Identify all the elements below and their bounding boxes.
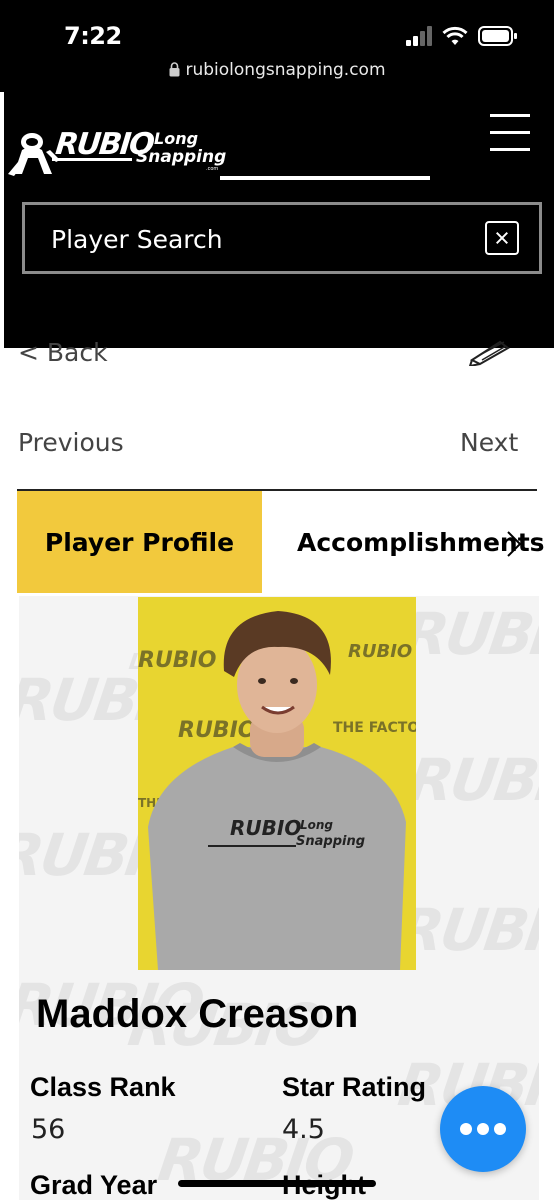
player-name: Maddox Creason [36, 992, 359, 1036]
svg-text:RUBIO: RUBIO [178, 718, 256, 743]
logo-underline [220, 176, 430, 180]
more-dots-icon[interactable] [440, 1086, 526, 1172]
svg-text:RUBIO: RUBIO [230, 816, 301, 840]
tab-player-profile[interactable]: Player Profile [17, 491, 262, 593]
url-text: rubiolongsnapping.com [185, 60, 386, 80]
player-search-box [22, 202, 542, 274]
logo-snapper-icon [8, 133, 60, 176]
svg-text:.com: .com [206, 166, 218, 172]
svg-text:Long: Long [154, 129, 198, 148]
svg-text:Snapping: Snapping [136, 147, 226, 167]
svg-text:RUBIO: RUBIO [138, 648, 216, 673]
cellular-signal-icon [406, 26, 432, 46]
stat-label-class-rank: Class Rank [30, 1072, 176, 1102]
svg-text:Long: Long [300, 818, 333, 832]
battery-icon [478, 26, 517, 46]
player-photo: RUBIO RUBIO THE FACTORY THE F RUBIO RUBI… [138, 597, 416, 970]
close-icon[interactable] [485, 221, 519, 255]
home-indicator[interactable] [178, 1180, 376, 1187]
next-link[interactable]: Next [460, 428, 518, 457]
site-logo[interactable]: RUBIO Long Snapping .com [6, 122, 231, 182]
wifi-icon [442, 26, 468, 45]
pencil-icon[interactable] [466, 336, 514, 366]
back-link[interactable]: < Back [18, 338, 108, 367]
status-bar: 7:22 rubiolongsnapping.com [0, 0, 554, 92]
lock-icon [169, 62, 179, 77]
svg-text:THE FACTORY: THE FACTORY [333, 720, 416, 736]
stat-value-class-rank: 56 [31, 1114, 66, 1145]
address-bar-url[interactable]: rubiolongsnapping.com [0, 60, 554, 80]
stat-value-star-rating: 4.5 [282, 1114, 325, 1145]
hamburger-menu-icon[interactable] [490, 114, 530, 152]
stat-label-grad-year: Grad Year [30, 1170, 158, 1200]
site-header: RUBIO Long Snapping .com [4, 92, 554, 348]
status-time: 7:22 [64, 22, 122, 50]
svg-text:Snapping: Snapping [296, 834, 365, 849]
player-search-input[interactable] [51, 223, 451, 255]
chevron-right-icon[interactable] [505, 530, 523, 558]
svg-text:RUBIO: RUBIO [348, 641, 412, 662]
stat-label-star-rating: Star Rating [282, 1072, 427, 1102]
previous-link[interactable]: Previous [18, 428, 124, 457]
